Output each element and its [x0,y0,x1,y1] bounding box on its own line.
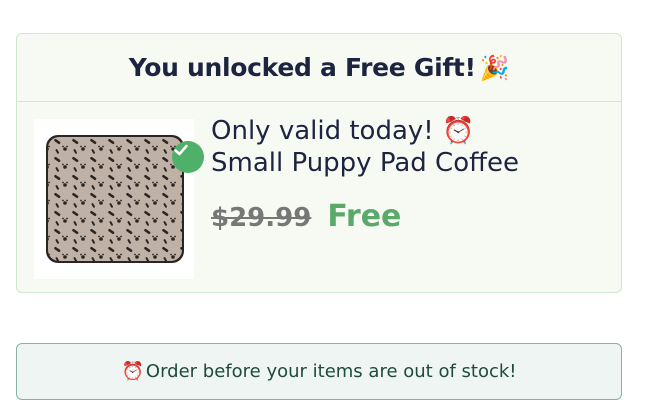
original-price: $29.99 [211,203,312,233]
party-popper-icon: 🎉 [479,53,510,82]
validity-text: Only valid today! [211,116,434,146]
product-image[interactable] [34,119,204,279]
puppy-pad-image [46,135,184,263]
gift-header: You unlocked a Free Gift! 🎉 [17,34,621,102]
alarm-clock-icon: ⏰ [121,361,144,382]
stock-warning-text: Order before your items are out of stock… [145,361,517,382]
gift-title: You unlocked a Free Gift! [128,53,476,82]
product-name[interactable]: Small Puppy Pad Coffee [211,147,519,179]
gift-price: Free [327,199,402,234]
price-row: $29.99 Free [211,199,519,234]
gift-body: Only valid today! ⏰ Small Puppy Pad Coff… [17,102,621,294]
validity-line: Only valid today! ⏰ [211,115,519,147]
free-gift-card: You unlocked a Free Gift! 🎉 Only valid t… [16,33,622,293]
alarm-clock-icon: ⏰ [441,116,475,146]
stock-warning-banner: ⏰ Order before your items are out of sto… [16,343,622,400]
gift-info: Only valid today! ⏰ Small Puppy Pad Coff… [211,115,519,234]
check-icon [172,141,204,173]
